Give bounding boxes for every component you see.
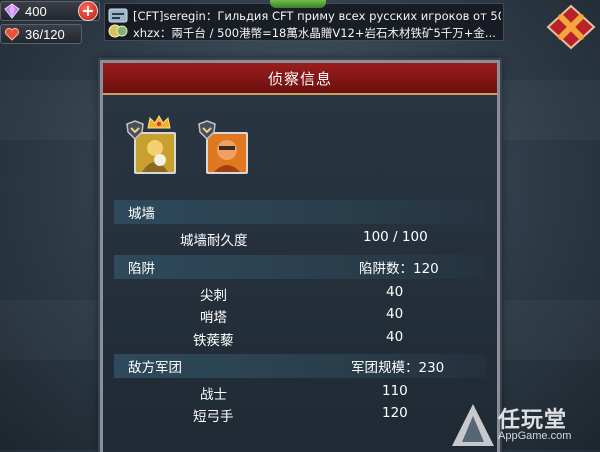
hero-slot-2[interactable] (198, 120, 248, 180)
watermark-url: AppGame.com (498, 430, 572, 442)
stamina-counter: 36/120 (0, 24, 82, 44)
troop-row-value: 110 (382, 383, 408, 399)
rank-shield-icon (198, 120, 216, 144)
trap-row-value: 40 (386, 306, 404, 322)
chat-ticker[interactable]: [CFT]seregin：Гильдия CFT приму всех русс… (104, 3, 504, 41)
watermark: 任玩堂 AppGame.com (448, 400, 600, 450)
chat-message-2: xhzx：兩千台 / 500港幣=18萬水晶贈V12+岩石木材铁矿5千万+金..… (133, 26, 496, 40)
section-traps: 陷阱 陷阱数：120 (114, 255, 486, 279)
trap-row-label: 铁蒺藜 (193, 333, 234, 349)
gem-icon (3, 2, 21, 20)
troop-row-label: 短弓手 (193, 409, 234, 425)
army-size: 军团规模：230 (351, 360, 445, 376)
crown-icon (146, 114, 172, 134)
plus-icon: + (81, 1, 95, 20)
section-label: 敌方军团 (128, 360, 182, 376)
gem-count: 400 (25, 3, 47, 19)
trap-row-value: 40 (386, 284, 404, 300)
add-gems-button[interactable]: + (78, 1, 98, 21)
rank-shield-icon (126, 120, 144, 144)
wall-durability-label: 城墙耐久度 (180, 233, 248, 249)
trap-row-label: 哨塔 (200, 310, 227, 326)
panel-header: 侦察信息 (103, 63, 497, 95)
chat-message-1: [CFT]seregin：Гильдия CFT приму всех русс… (133, 9, 501, 23)
top-tab-indicator (270, 0, 326, 8)
chat-icon (107, 7, 129, 39)
hero-slot-1[interactable] (126, 114, 176, 180)
section-label: 城墙 (128, 206, 155, 222)
troop-row-value: 120 (382, 405, 408, 421)
troop-row-label: 战士 (200, 387, 227, 403)
section-army: 敌方军团 军团规模：230 (114, 354, 486, 378)
panel-title: 侦察信息 (267, 69, 332, 88)
watermark-logo (452, 404, 494, 446)
section-label: 陷阱 (128, 261, 155, 277)
wall-durability-value: 100 / 100 (363, 229, 428, 245)
close-button[interactable] (545, 4, 597, 50)
close-icon (546, 4, 596, 50)
heart-icon (3, 25, 21, 43)
section-wall: 城墙 (114, 200, 486, 224)
trap-row-label: 尖刺 (200, 288, 227, 304)
trap-row-value: 40 (386, 329, 404, 345)
stamina-count: 36/120 (25, 26, 65, 42)
trap-count: 陷阱数：120 (359, 261, 439, 277)
